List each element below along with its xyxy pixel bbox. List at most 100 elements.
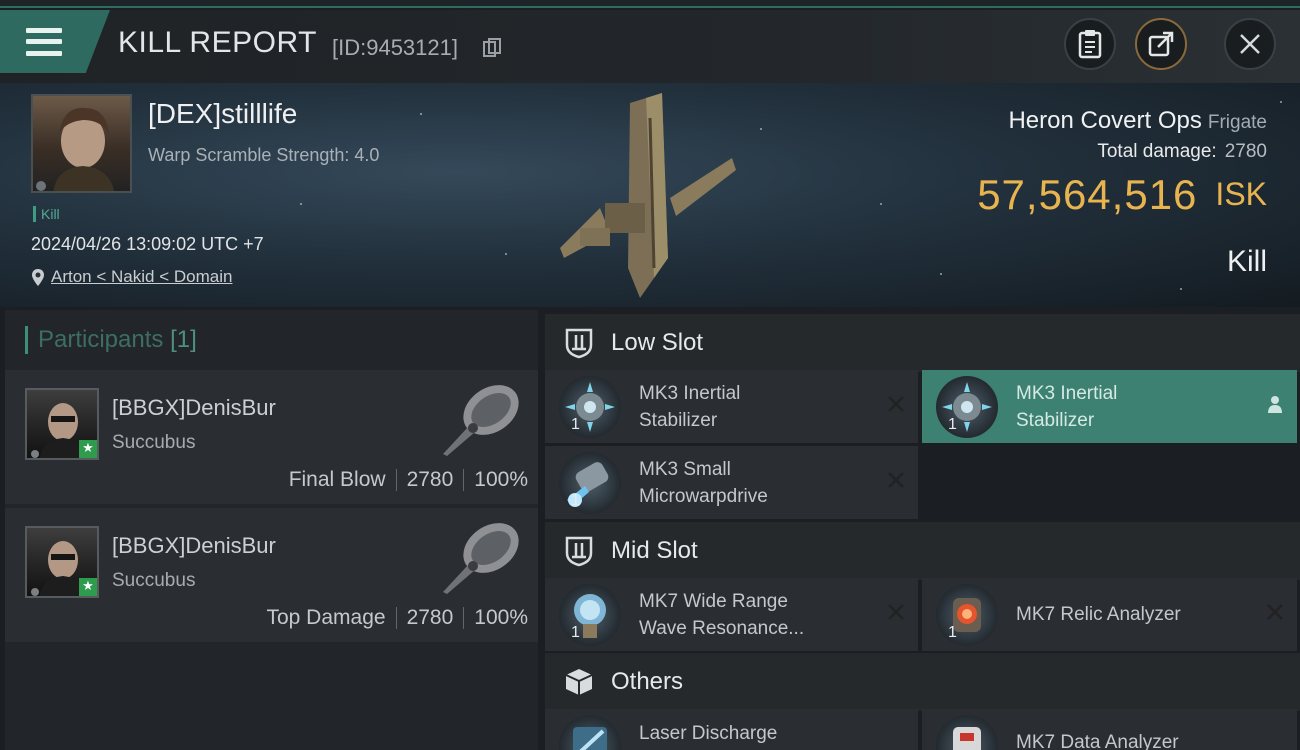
module-name: MK7 Relic Analyzer <box>1016 601 1226 628</box>
succubus-ship-icon <box>443 523 519 594</box>
report-id: [ID:9453121] <box>332 35 458 60</box>
module-name-line2: Stabilizer <box>639 409 718 431</box>
module-name-line1: MK3 Small <box>639 458 731 480</box>
close-icon <box>1240 34 1260 54</box>
kill-result: Kill <box>1226 245 1267 278</box>
participant-damage: 2780 <box>406 606 454 629</box>
microwarpdrive-icon: 1 <box>559 451 621 514</box>
laser-discharge-icon <box>559 715 621 750</box>
module-name: MK7 Wide Range Wave Resonance... <box>639 588 849 642</box>
isk-unit: ISK <box>1215 176 1267 212</box>
participant-avatar[interactable]: ★ <box>25 388 99 460</box>
module-item[interactable]: Laser Discharge <box>545 709 918 750</box>
kill-datetime: 2024/04/26 13:09:02 UTC +7 <box>31 234 264 254</box>
module-name-line1: MK3 Inertial <box>1016 382 1118 404</box>
destroyed-x-icon <box>888 472 904 488</box>
destroyed-x-icon <box>1267 604 1283 620</box>
participant-row[interactable]: ★ [BBGX]DenisBur Succubus Final Blow 2780… <box>5 370 538 504</box>
destroyed-x-icon <box>888 604 904 620</box>
participant-role: Final Blow <box>288 468 386 491</box>
clipboard-icon <box>1078 30 1102 59</box>
cargo-box-icon <box>565 669 593 695</box>
total-damage: Total damage: 2780 <box>1097 141 1267 163</box>
star-badge-icon: ★ <box>79 578 97 596</box>
victim-pilot-name[interactable]: [DEX]stilllife <box>148 98 297 130</box>
module-item[interactable]: 1 MK7 Relic Analyzer <box>922 578 1297 651</box>
module-item-highlighted[interactable]: 1 MK3 Inertial Stabilizer <box>922 370 1297 443</box>
location-link[interactable]: Arton < Nakid < Domain <box>51 267 232 287</box>
isk-value: 57,564,516 ISK <box>977 171 1267 219</box>
module-name: MK7 Data Analyzer <box>1016 729 1226 750</box>
victim-panel: [DEX]stilllife Warp Scramble Strength: 4… <box>0 83 1300 307</box>
low-slot-header: Low Slot <box>545 314 1300 372</box>
module-name-line1: MK7 Data Analyzer <box>1016 732 1179 750</box>
module-name: Laser Discharge <box>639 720 849 747</box>
wave-resonance-icon: 1 <box>559 583 621 646</box>
participant-row[interactable]: ★ [BBGX]DenisBur Succubus Top Damage 2780… <box>5 508 538 642</box>
isk-amount: 57,564,516 <box>977 171 1198 218</box>
top-accent-line <box>0 0 1300 8</box>
others-label: Others <box>611 668 684 695</box>
star-badge-icon: ★ <box>79 440 97 458</box>
participant-role: Top Damage <box>266 606 386 629</box>
succubus-ship-icon <box>443 385 519 456</box>
participants-title-text: Participants <box>38 326 164 353</box>
participants-panel: Participants [1] ★ [BBGX]DenisBur Succub… <box>5 310 538 750</box>
mid-slot-label: Mid Slot <box>611 537 698 564</box>
location[interactable]: Arton < Nakid < Domain <box>31 267 232 287</box>
participant-avatar[interactable]: ★ <box>25 526 99 598</box>
copy-icon[interactable] <box>483 38 501 58</box>
slot-shield-icon <box>565 536 593 567</box>
kill-tag: Kill <box>33 206 60 222</box>
participant-percent: 100% <box>474 468 528 491</box>
module-name-line2: Microwarpdrive <box>639 485 768 507</box>
destroyed-x-icon <box>888 396 904 412</box>
close-button[interactable] <box>1224 18 1276 70</box>
inertial-stabilizer-icon: 1 <box>936 375 998 438</box>
participant-ship: Succubus <box>112 432 196 453</box>
data-analyzer-icon <box>936 715 998 750</box>
mid-slot-header: Mid Slot <box>545 522 1300 580</box>
module-item[interactable]: MK7 Data Analyzer <box>922 709 1297 750</box>
ship-class: Frigate <box>1207 112 1267 133</box>
ship-name: Heron Covert Ops <box>1008 107 1202 134</box>
participant-percent: 100% <box>474 606 528 629</box>
others-header: Others <box>545 653 1300 711</box>
module-name-line2: Wave Resonance... <box>639 617 805 639</box>
total-damage-label: Total damage: <box>1097 141 1217 162</box>
participant-name: [BBGX]DenisBur <box>112 395 276 420</box>
module-quantity: 1 <box>571 491 580 509</box>
module-item[interactable]: 1 MK7 Wide Range Wave Resonance... <box>545 578 918 651</box>
participant-stats: Final Blow 2780 100% <box>289 468 528 492</box>
warp-scramble-strength: Warp Scramble Strength: 4.0 <box>148 145 380 165</box>
victim-portrait[interactable] <box>31 94 132 193</box>
clipboard-button[interactable] <box>1064 18 1116 70</box>
person-icon <box>1268 396 1282 413</box>
module-item[interactable]: 1 MK3 Small Microwarpdrive <box>545 446 918 519</box>
inertial-stabilizer-icon: 1 <box>559 375 621 438</box>
participant-damage: 2780 <box>406 468 454 491</box>
header-bar: KILL REPORT [ID:9453121] <box>0 10 1300 83</box>
module-name-line1: MK7 Relic Analyzer <box>1016 604 1181 625</box>
participant-name: [BBGX]DenisBur <box>112 533 276 558</box>
module-quantity: 1 <box>948 415 957 433</box>
share-button[interactable] <box>1135 18 1187 70</box>
location-pin-icon <box>32 268 44 286</box>
module-item[interactable]: 1 MK3 Inertial Stabilizer <box>545 370 918 443</box>
participants-count: [1] <box>170 326 197 353</box>
module-quantity: 1 <box>571 623 580 641</box>
participant-stats: Top Damage 2780 100% <box>266 606 528 630</box>
module-quantity: 1 <box>571 415 580 433</box>
total-damage-value: 2780 <box>1224 141 1267 162</box>
module-name: MK3 Small Microwarpdrive <box>639 456 849 510</box>
participant-ship: Succubus <box>112 570 196 591</box>
hamburger-icon <box>26 27 62 56</box>
slot-shield-icon <box>565 328 593 359</box>
victim-ship-image <box>560 93 736 298</box>
module-name-line1: MK3 Inertial <box>639 382 741 404</box>
victim-ship[interactable]: Heron Covert Ops Frigate <box>1008 107 1267 135</box>
share-icon <box>1148 31 1174 57</box>
low-slot-label: Low Slot <box>611 329 704 356</box>
module-name-line2: Stabilizer <box>1016 409 1095 431</box>
menu-button[interactable] <box>0 10 110 73</box>
